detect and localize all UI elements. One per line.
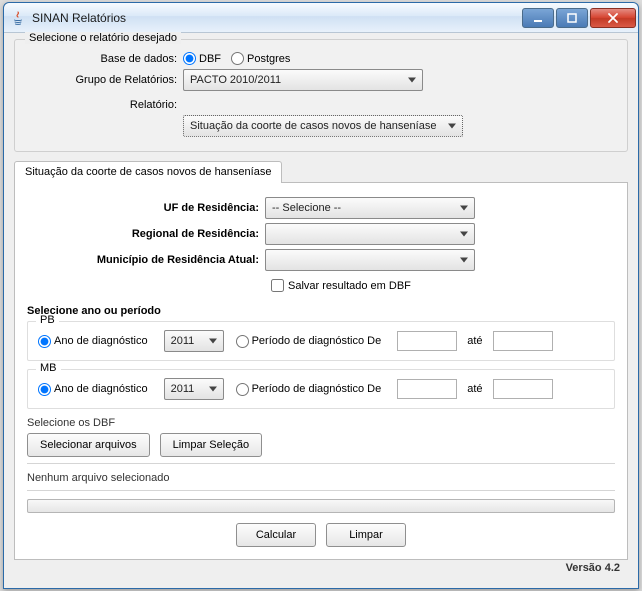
db-dbf-radio[interactable]: DBF — [183, 52, 221, 65]
calcular-label: Calcular — [256, 529, 296, 541]
db-postgres-radio[interactable]: Postgres — [231, 52, 290, 65]
tabs: Situação da coorte de casos novos de han… — [14, 160, 628, 560]
relatorio-select[interactable]: Situação da coorte de casos novos de han… — [183, 115, 463, 137]
grupo-value: PACTO 2010/2011 — [190, 74, 281, 86]
period-heading: Selecione ano ou período — [27, 305, 615, 317]
mb-group: MB Ano de diagnóstico 2011 Período de di… — [27, 369, 615, 409]
pb-ate-label: até — [467, 335, 482, 347]
mb-ano-select[interactable]: 2011 — [164, 378, 224, 400]
footer: Versão 4.2 — [14, 560, 628, 582]
mb-periodo-ate[interactable] — [493, 379, 553, 399]
regional-label: Regional de Residência: — [27, 228, 265, 240]
pb-title: PB — [36, 314, 59, 326]
selecionar-arquivos-button[interactable]: Selecionar arquivos — [27, 433, 150, 457]
pb-ano-select[interactable]: 2011 — [164, 330, 224, 352]
mb-ate-label: até — [467, 383, 482, 395]
relatorio-value: Situação da coorte de casos novos de han… — [190, 120, 436, 132]
calcular-button[interactable]: Calcular — [236, 523, 316, 547]
limpar-label: Limpar — [349, 529, 383, 541]
pb-ano-radio[interactable]: Ano de diagnóstico — [38, 335, 148, 348]
limpar-selecao-label: Limpar Seleção — [173, 439, 249, 451]
limpar-selecao-button[interactable]: Limpar Seleção — [160, 433, 262, 457]
tab-coorte[interactable]: Situação da coorte de casos novos de han… — [14, 161, 282, 183]
uf-value: -- Selecione -- — [272, 202, 341, 214]
dbf-heading: Selecione os DBF — [27, 417, 615, 429]
progress-bar — [27, 499, 615, 513]
municipio-label: Município de Residência Atual: — [27, 254, 265, 266]
salvar-dbf-check[interactable]: Salvar resultado em DBF — [271, 279, 411, 292]
titlebar[interactable]: SINAN Relatórios — [4, 3, 638, 33]
municipio-select[interactable] — [265, 249, 475, 271]
mb-ano-value: 2011 — [171, 383, 195, 395]
pb-ano-value: 2011 — [171, 335, 195, 347]
pb-periodo-ate[interactable] — [493, 331, 553, 351]
db-label: Base de dados: — [25, 53, 183, 65]
mb-periodo-label: Período de diagnóstico De — [252, 383, 382, 395]
relatorio-label: Relatório: — [25, 95, 183, 111]
db-dbf-label: DBF — [199, 53, 221, 65]
maximize-button[interactable] — [556, 8, 588, 28]
app-window: SINAN Relatórios Selecione o relatório d… — [3, 2, 639, 589]
pb-group: PB Ano de diagnóstico 2011 Período de di… — [27, 321, 615, 361]
pb-periodo-de[interactable] — [397, 331, 457, 351]
window-buttons — [520, 8, 638, 28]
mb-periodo-radio[interactable]: Período de diagnóstico De — [236, 383, 382, 396]
mb-ano-radio[interactable]: Ano de diagnóstico — [38, 383, 148, 396]
version-label: Versão 4.2 — [566, 562, 620, 574]
tab-panel: UF de Residência: -- Selecione -- Region… — [14, 182, 628, 560]
uf-label: UF de Residência: — [27, 202, 265, 214]
tab-coorte-label: Situação da coorte de casos novos de han… — [25, 166, 271, 178]
select-report-group: Selecione o relatório desejado Base de d… — [14, 39, 628, 152]
grupo-label: Grupo de Relatórios: — [25, 74, 183, 86]
select-report-group-title: Selecione o relatório desejado — [25, 32, 181, 44]
db-postgres-label: Postgres — [247, 53, 290, 65]
mb-ano-label: Ano de diagnóstico — [54, 383, 148, 395]
grupo-select[interactable]: PACTO 2010/2011 — [183, 69, 423, 91]
java-icon — [10, 10, 26, 26]
limpar-button[interactable]: Limpar — [326, 523, 406, 547]
close-button[interactable] — [590, 8, 636, 28]
mb-title: MB — [36, 362, 61, 374]
mb-periodo-de[interactable] — [397, 379, 457, 399]
salvar-dbf-label: Salvar resultado em DBF — [288, 280, 411, 292]
regional-select[interactable] — [265, 223, 475, 245]
selecionar-arquivos-label: Selecionar arquivos — [40, 439, 137, 451]
pb-periodo-radio[interactable]: Período de diagnóstico De — [236, 335, 382, 348]
minimize-button[interactable] — [522, 8, 554, 28]
client-area: Selecione o relatório desejado Base de d… — [4, 33, 638, 588]
uf-select[interactable]: -- Selecione -- — [265, 197, 475, 219]
pb-periodo-label: Período de diagnóstico De — [252, 335, 382, 347]
pb-ano-label: Ano de diagnóstico — [54, 335, 148, 347]
window-title: SINAN Relatórios — [32, 11, 520, 25]
no-file-label: Nenhum arquivo selecionado — [27, 472, 615, 484]
